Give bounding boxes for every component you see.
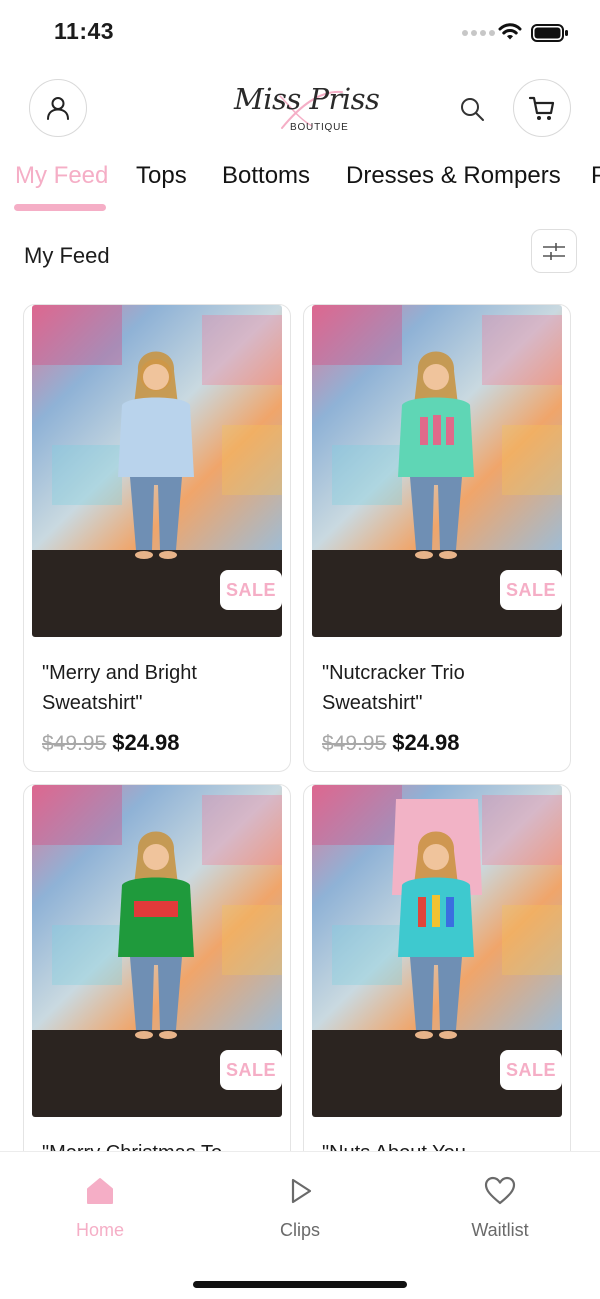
sale-badge: SALE — [220, 1050, 282, 1090]
status-time: 11:43 — [54, 18, 115, 44]
product-card[interactable]: SALE "Nutcracker Trio Sweatshirt" $49.95… — [303, 304, 571, 772]
search-icon — [461, 98, 484, 121]
logo-subtext: BOUTIQUE — [290, 122, 349, 133]
tab-bottoms[interactable]: Bottoms — [222, 162, 310, 190]
product-price: $49.95 $24.98 — [322, 730, 460, 756]
cart-button[interactable] — [513, 79, 571, 137]
wifi-icon — [498, 23, 522, 40]
brand-logo[interactable]: Miss Priss BOUTIQUE — [220, 76, 380, 140]
tab-partial[interactable]: P — [591, 162, 600, 190]
nav-home[interactable]: Home — [40, 1174, 160, 1241]
home-indicator — [193, 1281, 407, 1288]
play-icon — [291, 1178, 312, 1204]
product-card[interactable]: SALE "Merry and Bright Sweatshirt" $49.9… — [23, 304, 291, 772]
home-icon — [87, 1178, 113, 1204]
signal-dots-icon — [462, 30, 495, 36]
sale-badge: SALE — [220, 570, 282, 610]
sale-badge: SALE — [500, 570, 562, 610]
logo-text: Miss Priss — [234, 82, 380, 116]
battery-icon — [531, 24, 568, 42]
tab-tops[interactable]: Tops — [136, 162, 187, 190]
sliders-icon — [543, 243, 565, 260]
product-price: $49.95 $24.98 — [42, 730, 180, 756]
nav-clips-label: Clips — [279, 1220, 320, 1240]
active-tab-indicator — [14, 204, 106, 211]
app-header: Miss Priss BOUTIQUE — [0, 66, 600, 150]
status-bar: 11:43 — [0, 0, 600, 66]
product-name[interactable]: "Nutcracker Trio Sweatshirt" — [322, 658, 562, 718]
heart-icon — [484, 1176, 516, 1205]
nav-waitlist-label: Waitlist — [471, 1220, 529, 1240]
bottom-tab-bar: Home Clips Waitlist — [0, 1151, 600, 1299]
nav-waitlist[interactable]: Waitlist — [440, 1174, 560, 1241]
sale-price: $24.98 — [392, 730, 460, 755]
nav-clips[interactable]: Clips — [240, 1174, 360, 1241]
sale-price: $24.98 — [112, 730, 180, 755]
feed-title: My Feed — [24, 243, 110, 268]
category-tabs: My Feed Tops Bottoms Dresses & Rompers P — [0, 150, 600, 218]
user-icon — [47, 97, 69, 120]
filter-button[interactable] — [531, 229, 577, 273]
sale-badge: SALE — [500, 1050, 562, 1090]
cart-icon — [528, 96, 555, 120]
account-button[interactable] — [29, 79, 87, 137]
nav-home-label: Home — [75, 1220, 124, 1240]
tab-my-feed[interactable]: My Feed — [15, 162, 108, 190]
original-price: $49.95 — [322, 732, 387, 755]
tab-dresses-rompers[interactable]: Dresses & Rompers — [346, 162, 561, 190]
original-price: $49.95 — [42, 732, 107, 755]
product-name[interactable]: "Merry and Bright Sweatshirt" — [42, 658, 282, 718]
search-button[interactable] — [455, 92, 489, 126]
